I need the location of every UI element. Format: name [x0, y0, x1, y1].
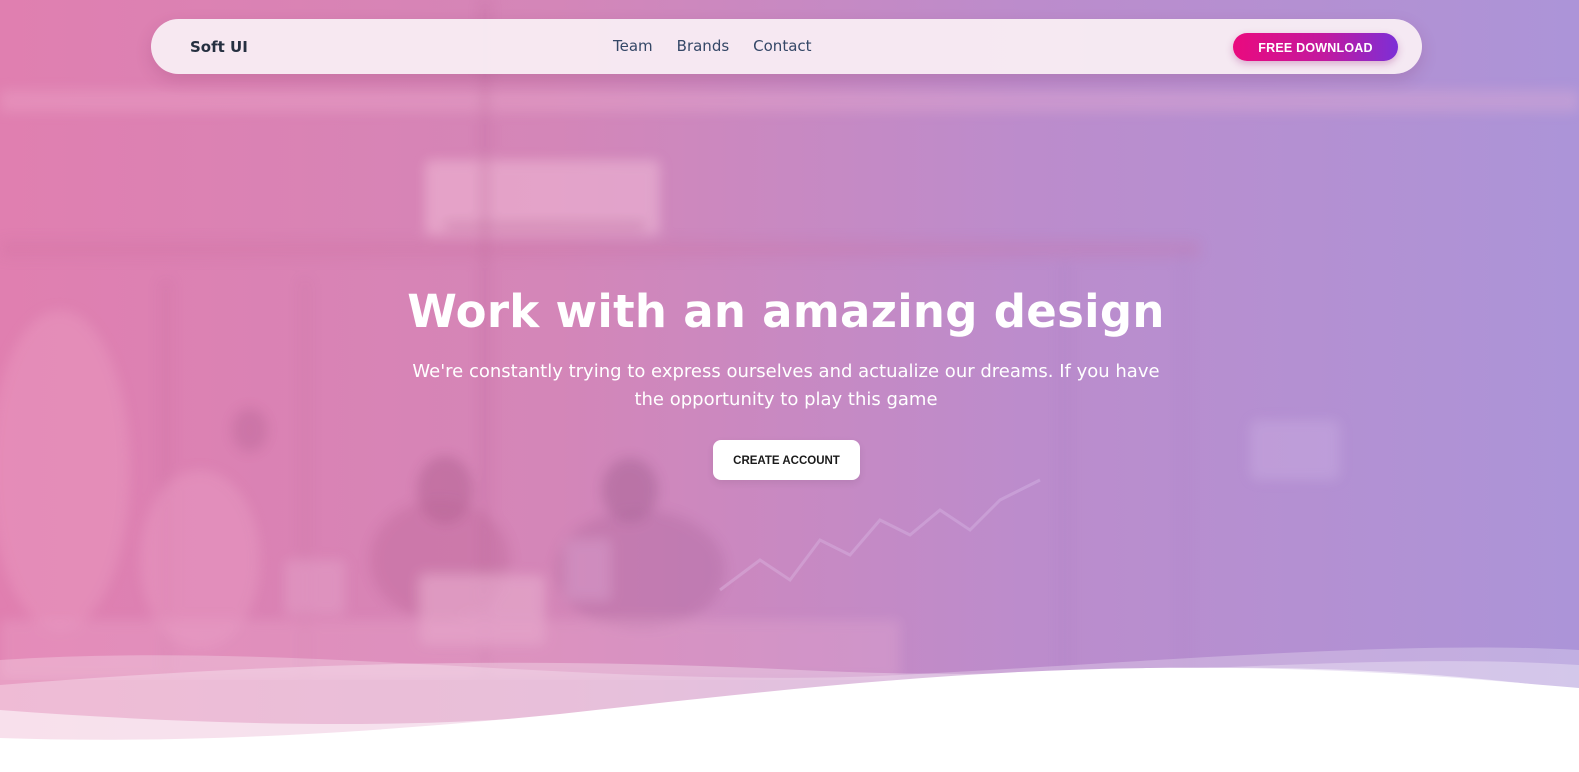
hero-subtitle: We're constantly trying to express ourse… — [412, 361, 1160, 410]
nav-links: Team Brands Contact — [613, 19, 836, 74]
free-download-button[interactable]: FREE DOWNLOAD — [1233, 33, 1398, 61]
nav-link-contact[interactable]: Contact — [753, 18, 811, 75]
hero-section: Soft UI Team Brands Contact FREE DOWNLOA… — [0, 0, 1579, 772]
create-account-button[interactable]: CREATE ACCOUNT — [713, 440, 860, 480]
hero-background-image — [0, 0, 1579, 680]
nav-link-brands[interactable]: Brands — [677, 18, 730, 75]
wave-divider — [0, 647, 1579, 772]
navbar: Soft UI Team Brands Contact FREE DOWNLOA… — [151, 19, 1422, 74]
hero-title: Work with an amazing design — [407, 285, 1165, 338]
brand-logo-link[interactable]: Soft UI — [190, 19, 248, 74]
nav-link-team[interactable]: Team — [613, 18, 653, 75]
